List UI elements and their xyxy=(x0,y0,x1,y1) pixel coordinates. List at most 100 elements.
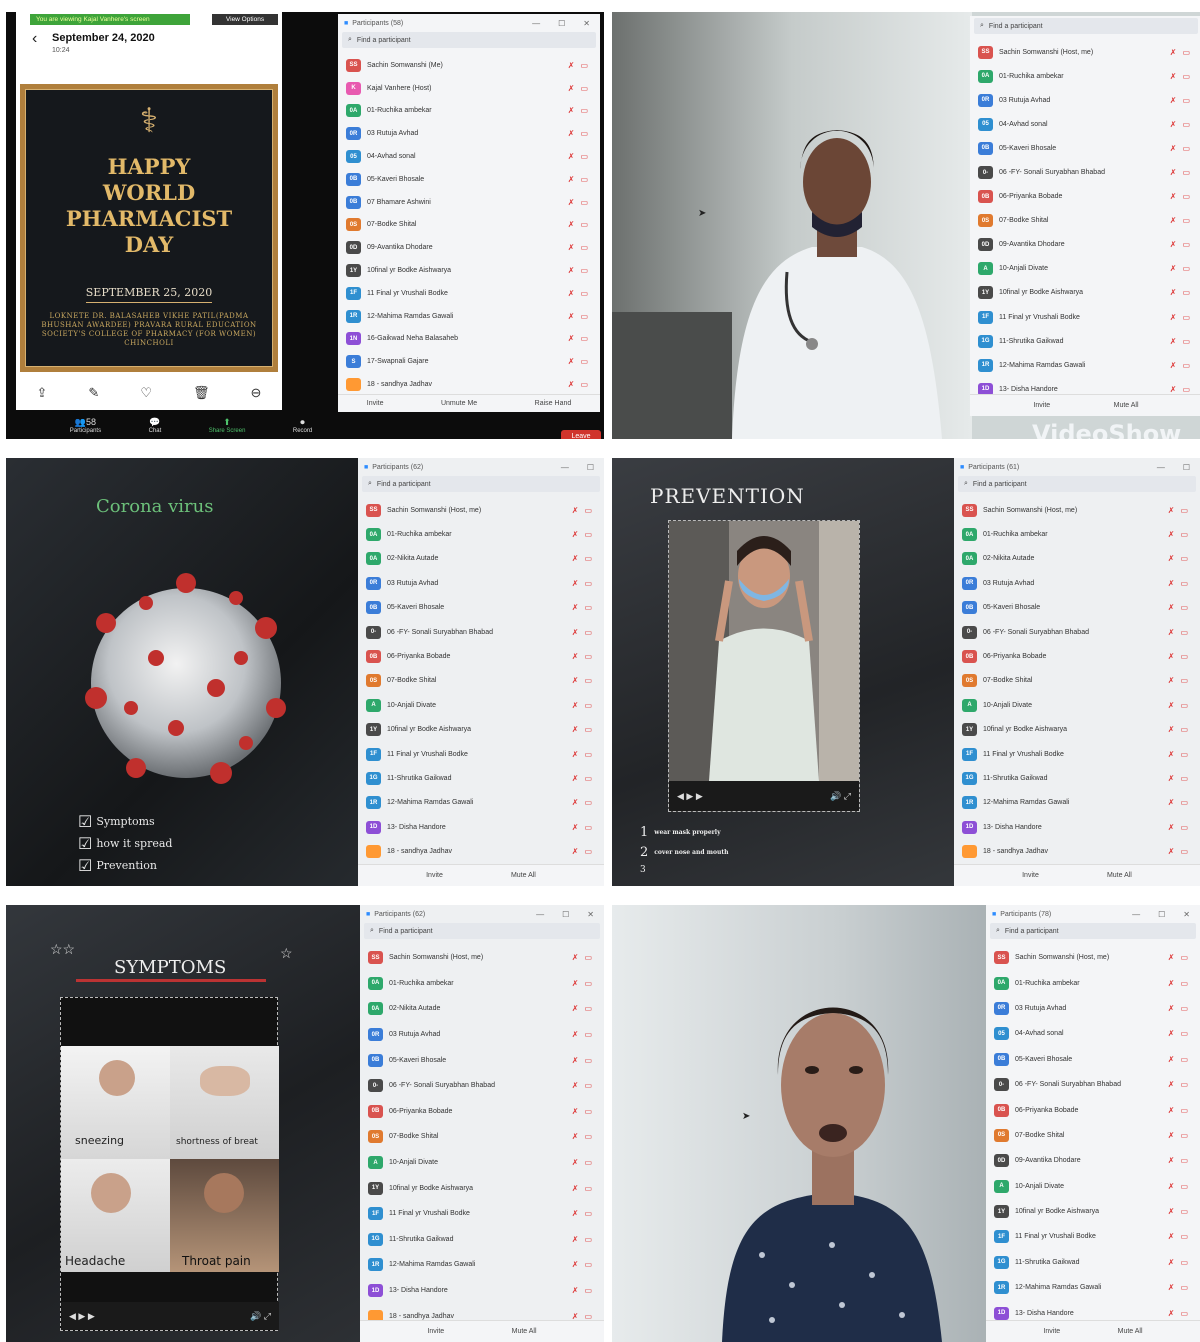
participant-row[interactable]: 1G 11-Shrutika Gaikwad ✗▭ xyxy=(954,766,1200,790)
mic-video-muted-icon[interactable]: ✗▭ xyxy=(568,175,600,184)
mic-video-muted-icon[interactable]: ✗▭ xyxy=(572,1209,604,1218)
more-icon[interactable]: ⊖ xyxy=(251,385,262,401)
participant-row[interactable]: 0D 09-Avantika Dhodare ✗▭ xyxy=(970,233,1200,257)
participant-row[interactable]: 0S 07-Bodke Shital ✗▭ xyxy=(358,669,604,693)
mic-video-muted-icon[interactable]: ✗▭ xyxy=(572,1286,604,1295)
participant-row[interactable]: 0B 05-Kaveri Bhosale ✗▭ xyxy=(970,136,1200,160)
invite-button[interactable]: Invite xyxy=(1043,1328,1060,1335)
mute-all-button[interactable]: Mute All xyxy=(1114,402,1139,409)
mic-video-muted-icon[interactable]: ✗▭ xyxy=(572,979,604,988)
invite-button[interactable]: Invite xyxy=(1033,402,1050,409)
mic-video-muted-icon[interactable]: ✗▭ xyxy=(1168,1258,1200,1267)
view-options-button[interactable]: View Options xyxy=(212,14,278,25)
mic-video-muted-icon[interactable]: ✗▭ xyxy=(572,1184,604,1193)
participants-toolbar-button[interactable]: 👥58 Participants xyxy=(70,417,101,434)
participant-row[interactable]: 1F 11 Final yr Vrushali Bodke ✗▭ xyxy=(360,1201,604,1227)
mute-all-button[interactable]: Mute All xyxy=(1118,1328,1143,1335)
mic-video-muted-icon[interactable]: ✗▭ xyxy=(568,380,600,389)
mic-video-muted-icon[interactable]: ✗▭ xyxy=(1168,1182,1200,1191)
mute-all-button[interactable]: Mute All xyxy=(511,872,536,879)
mic-video-muted-icon[interactable]: ✗▭ xyxy=(1170,313,1200,322)
mic-video-muted-icon[interactable]: ✗▭ xyxy=(572,603,604,612)
participant-row[interactable]: 1R 12-Mahima Ramdas Gawali ✗▭ xyxy=(338,305,600,328)
close-icon[interactable]: ✕ xyxy=(1183,910,1190,919)
mic-video-muted-icon[interactable]: ✗▭ xyxy=(1170,144,1200,153)
heart-icon[interactable]: ♡ xyxy=(140,385,152,401)
mic-video-muted-icon[interactable]: ✗▭ xyxy=(1170,192,1200,201)
mic-video-muted-icon[interactable]: ✗▭ xyxy=(1168,1055,1200,1064)
mic-video-muted-icon[interactable]: ✗▭ xyxy=(1168,823,1200,832)
mic-video-muted-icon[interactable]: ✗▭ xyxy=(1168,1029,1200,1038)
participant-row[interactable]: 0A 01-Ruchika ambekar ✗▭ xyxy=(954,522,1200,546)
participant-row[interactable]: 0A 01-Ruchika ambekar ✗▭ xyxy=(360,971,604,997)
mic-video-muted-icon[interactable]: ✗▭ xyxy=(1168,847,1200,856)
mic-video-muted-icon[interactable]: ✗▭ xyxy=(1170,216,1200,225)
mic-video-muted-icon[interactable]: ✗▭ xyxy=(572,506,604,515)
share-icon[interactable]: ⇪ xyxy=(37,385,48,401)
mic-video-muted-icon[interactable]: ✗▭ xyxy=(1168,554,1200,563)
participant-row[interactable]: A 10-Anjali Divate ✗▭ xyxy=(360,1150,604,1176)
participant-row[interactable]: 0R 03 Rutuja Avhad ✗▭ xyxy=(338,122,600,145)
minimize-icon[interactable]: — xyxy=(561,463,569,472)
close-icon[interactable]: ✕ xyxy=(587,910,594,919)
participant-row[interactable]: 18 - sandhya Jadhav ✗▭ xyxy=(358,839,604,863)
mic-video-muted-icon[interactable]: ✗▭ xyxy=(572,676,604,685)
mic-video-muted-icon[interactable]: ✗▭ xyxy=(568,84,600,93)
minimize-icon[interactable]: — xyxy=(536,910,544,919)
participant-row[interactable]: 1D 13- Disha Handore ✗▭ xyxy=(358,815,604,839)
leave-button[interactable]: Leave xyxy=(561,430,601,439)
mic-video-muted-icon[interactable]: ✗▭ xyxy=(568,266,600,275)
mic-video-muted-icon[interactable]: ✗▭ xyxy=(1168,628,1200,637)
participant-row[interactable]: SS Sachin Somwanshi (Host, me) ✗▭ xyxy=(358,498,604,522)
participant-row[interactable]: A 10-Anjali Divate ✗▭ xyxy=(954,693,1200,717)
mic-video-muted-icon[interactable]: ✗▭ xyxy=(568,198,600,207)
participant-row[interactable]: 1F 11 Final yr Vrushali Bodke ✗▭ xyxy=(358,742,604,766)
share-screen-button[interactable]: ⬆ Share Screen xyxy=(209,417,246,434)
participant-row[interactable]: 1D 13- Disha Handore ✗▭ xyxy=(360,1278,604,1304)
participant-row[interactable]: SS Sachin Somwanshi (Me) ✗▭ xyxy=(338,54,600,77)
mic-video-muted-icon[interactable]: ✗▭ xyxy=(1170,120,1200,129)
participant-row[interactable]: 0A 02-Nikita Autade ✗▭ xyxy=(954,547,1200,571)
participant-row[interactable]: 05 04-Avhad sonal ✗▭ xyxy=(338,145,600,168)
participant-row[interactable]: 05 04-Avhad sonal ✗▭ xyxy=(986,1021,1200,1046)
participant-row[interactable]: 0B 05-Kaveri Bhosale ✗▭ xyxy=(954,596,1200,620)
mic-video-muted-icon[interactable]: ✗▭ xyxy=(1168,1131,1200,1140)
mic-video-muted-icon[interactable]: ✗▭ xyxy=(572,1004,604,1013)
participant-row[interactable]: 1G 11-Shrutika Gaikwad ✗▭ xyxy=(970,329,1200,353)
mic-video-muted-icon[interactable]: ✗▭ xyxy=(1170,361,1200,370)
invite-button[interactable]: Invite xyxy=(426,872,443,879)
participant-row[interactable]: 0- 06 -FY- Sonali Suryabhan Bhabad ✗▭ xyxy=(358,620,604,644)
mic-video-muted-icon[interactable]: ✗▭ xyxy=(568,357,600,366)
mic-video-muted-icon[interactable]: ✗▭ xyxy=(1168,676,1200,685)
mic-video-muted-icon[interactable]: ✗▭ xyxy=(572,953,604,962)
mic-video-muted-icon[interactable]: ✗▭ xyxy=(572,628,604,637)
maximize-icon[interactable]: ☐ xyxy=(1158,910,1165,919)
participant-row[interactable]: 0A 02-Nikita Autade ✗▭ xyxy=(358,547,604,571)
participant-row[interactable]: K Kajal Vanhere (Host) ✗▭ xyxy=(338,77,600,100)
mic-video-muted-icon[interactable]: ✗▭ xyxy=(1168,1309,1200,1318)
mic-video-muted-icon[interactable]: ✗▭ xyxy=(1168,725,1200,734)
participant-row[interactable]: 0B 06-Priyanka Bobade ✗▭ xyxy=(358,644,604,668)
participant-row[interactable]: 0A 01-Ruchika ambekar ✗▭ xyxy=(986,970,1200,995)
mic-video-muted-icon[interactable]: ✗▭ xyxy=(572,701,604,710)
mic-video-muted-icon[interactable]: ✗▭ xyxy=(1168,579,1200,588)
participant-row[interactable]: 0B 06-Priyanka Bobade ✗▭ xyxy=(986,1097,1200,1122)
mic-video-muted-icon[interactable]: ✗▭ xyxy=(1168,530,1200,539)
participant-row[interactable]: A 10-Anjali Divate ✗▭ xyxy=(358,693,604,717)
mic-video-muted-icon[interactable]: ✗▭ xyxy=(1170,337,1200,346)
mute-all-button[interactable]: Mute All xyxy=(1107,872,1132,879)
mic-video-muted-icon[interactable]: ✗▭ xyxy=(1170,72,1200,81)
mic-video-muted-icon[interactable]: ✗▭ xyxy=(1168,652,1200,661)
participant-row[interactable]: SS Sachin Somwanshi (Host, me) ✗▭ xyxy=(970,40,1200,64)
playback-controls[interactable]: ◀ ▶ ▶ xyxy=(69,1311,95,1322)
close-icon[interactable]: ✕ xyxy=(583,19,590,28)
mic-video-muted-icon[interactable]: ✗▭ xyxy=(572,1030,604,1039)
participant-row[interactable]: 0A 01-Ruchika ambekar ✗▭ xyxy=(338,100,600,123)
participant-row[interactable]: 1R 12-Mahima Ramdas Gawali ✗▭ xyxy=(970,353,1200,377)
participant-row[interactable]: 0B 05-Kaveri Bhosale ✗▭ xyxy=(986,1047,1200,1072)
participant-row[interactable]: 1D 13- Disha Handore ✗▭ xyxy=(954,815,1200,839)
mic-video-muted-icon[interactable]: ✗▭ xyxy=(568,334,600,343)
mute-all-button[interactable]: Mute All xyxy=(512,1328,537,1335)
participant-row[interactable]: 0B 05-Kaveri Bhosale ✗▭ xyxy=(358,596,604,620)
participant-row[interactable]: 1G 11-Shrutika Gaikwad ✗▭ xyxy=(360,1227,604,1253)
